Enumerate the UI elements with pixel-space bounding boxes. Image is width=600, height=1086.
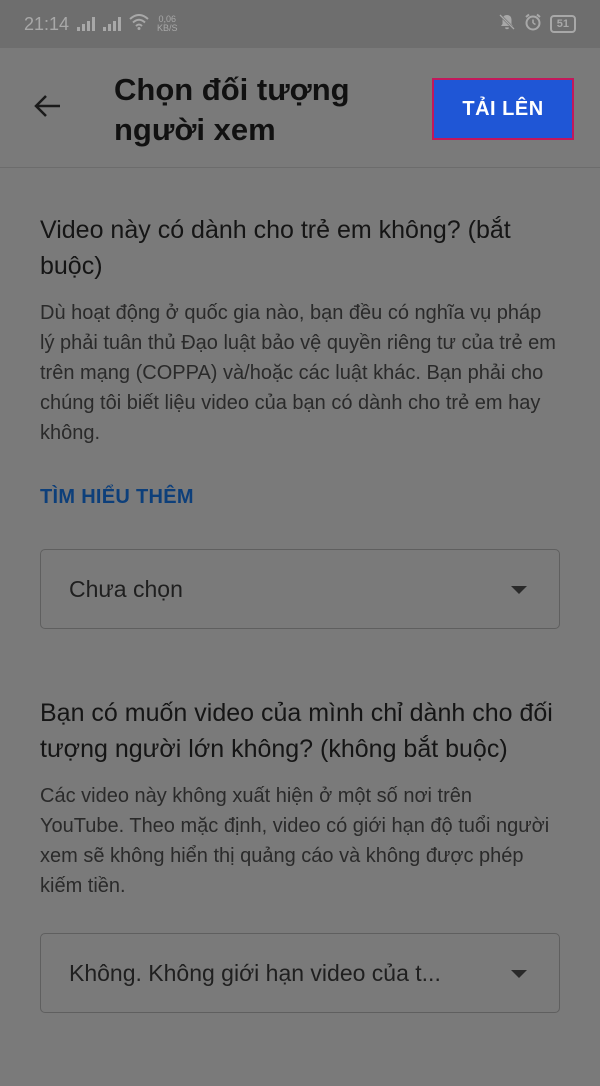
status-right: 51 xyxy=(498,13,576,36)
adult-select[interactable]: Không. Không giới hạn video của t... xyxy=(40,933,560,1013)
network-speed-unit: KB/S xyxy=(157,23,178,33)
main-content: Video này có dành cho trẻ em không? (bắt… xyxy=(40,168,560,1013)
signal-icon xyxy=(77,17,96,31)
mute-icon xyxy=(498,13,516,36)
signal-icon-2 xyxy=(103,17,122,31)
back-button[interactable] xyxy=(28,88,68,128)
adult-description: Các video này không xuất hiện ở một số n… xyxy=(40,785,550,897)
app-bar: Chọn đối tượng người xem TẢI LÊN xyxy=(0,48,600,168)
status-bar: 21:14 0,06 KB/S 51 xyxy=(0,0,600,48)
adult-select-value: Không. Không giới hạn video của t... xyxy=(69,959,441,986)
kids-question: Video này có dành cho trẻ em không? (bắt… xyxy=(40,216,511,280)
battery-icon: 51 xyxy=(549,15,576,33)
status-time: 21:14 xyxy=(24,13,70,34)
alarm-icon xyxy=(524,13,542,36)
learn-more-link[interactable]: TÌM HIỂU THÊM xyxy=(40,486,560,509)
upload-button[interactable]: TẢI LÊN xyxy=(432,78,574,140)
page-title: Chọn đối tượng người xem xyxy=(114,72,350,147)
battery-level: 51 xyxy=(556,18,569,30)
kids-select[interactable]: Chưa chọn xyxy=(40,549,560,629)
caret-down-icon xyxy=(511,970,527,978)
status-left: 21:14 0,06 KB/S xyxy=(24,14,178,35)
caret-down-icon xyxy=(511,586,527,594)
kids-select-value: Chưa chọn xyxy=(69,575,183,602)
adult-question: Bạn có muốn video của mình chỉ dành cho … xyxy=(40,699,553,763)
arrow-left-icon xyxy=(34,94,62,123)
kids-description: Dù hoạt động ở quốc gia nào, bạn đều có … xyxy=(40,302,556,444)
network-speed: 0,06 KB/S xyxy=(157,15,178,33)
wifi-icon xyxy=(129,13,149,35)
